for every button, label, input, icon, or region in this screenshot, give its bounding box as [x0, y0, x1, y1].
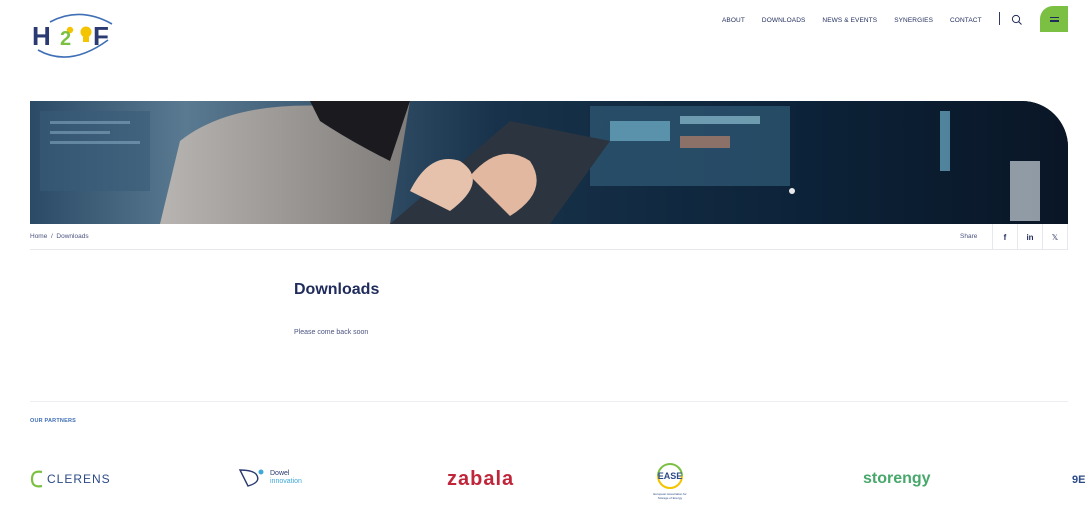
section-divider [30, 401, 1068, 402]
page-title: Downloads [294, 281, 380, 298]
linkedin-icon: in [1026, 232, 1034, 242]
partner-logo-clerens[interactable]: CLERENS [30, 470, 111, 488]
main-nav: ABOUT DOWNLOADS NEWS & EVENTS SYNERGIES … [722, 14, 999, 26]
share-label: Share [960, 233, 978, 240]
breadcrumb-home-link[interactable]: Home [30, 233, 47, 240]
breadcrumb-current: Downloads [56, 233, 89, 240]
partner-logo-dowel[interactable]: Dowel innovation [238, 468, 302, 488]
partners-heading: OUR PARTNERS [30, 418, 76, 424]
nav-news-events[interactable]: NEWS & EVENTS [822, 17, 877, 24]
partner-logo-partial[interactable]: 9E [1072, 474, 1085, 486]
x-icon: 𝕏 [1051, 232, 1059, 242]
x-share-button[interactable]: 𝕏 [1042, 224, 1068, 250]
nav-contact[interactable]: CONTACT [950, 17, 982, 24]
menu-line-icon [1049, 20, 1059, 22]
dowel-logo-icon [238, 469, 264, 487]
nav-synergies[interactable]: SYNERGIES [894, 17, 933, 24]
breadcrumb: Home / Downloads [30, 233, 89, 240]
hero-photo-illustration [30, 101, 1068, 224]
breadcrumb-bar: Home / Downloads Share f in 𝕏 [30, 224, 1068, 250]
partner-logo-ease[interactable]: EASE European Association for Storage of… [650, 461, 690, 500]
svg-text:H: H [32, 21, 51, 51]
facebook-share-button[interactable]: f [992, 224, 1017, 250]
linkedin-share-button[interactable]: in [1017, 224, 1042, 250]
menu-line-icon [1049, 16, 1059, 18]
search-icon[interactable] [1011, 13, 1023, 25]
breadcrumb-separator: / [50, 233, 53, 240]
facebook-icon: f [1003, 232, 1007, 242]
partner-logo-zabala[interactable]: zabala [447, 468, 514, 491]
nav-about[interactable]: ABOUT [722, 17, 745, 24]
h2f-logo[interactable]: H 2 F [30, 10, 126, 62]
ease-logo-subtitle: European Association for Storage of Ener… [653, 492, 687, 500]
partner-logo-storengy[interactable]: storengy [863, 470, 931, 488]
nav-divider [999, 12, 1000, 25]
nav-downloads[interactable]: DOWNLOADS [762, 17, 806, 24]
clerens-c-icon [30, 470, 43, 488]
h2f-logo-graphic: H 2 F [32, 13, 113, 58]
page-message: Please come back soon [294, 329, 369, 336]
hero-banner-image [30, 101, 1068, 224]
hamburger-menu-button[interactable] [1040, 6, 1068, 32]
svg-text:F: F [93, 21, 109, 51]
svg-text:2: 2 [60, 28, 71, 50]
dowel-logo-text: Dowel innovation [270, 470, 302, 485]
ease-logo-icon: EASE [657, 463, 683, 489]
clerens-logo-text: CLERENS [47, 472, 111, 486]
svg-text:EASE: EASE [658, 471, 683, 481]
